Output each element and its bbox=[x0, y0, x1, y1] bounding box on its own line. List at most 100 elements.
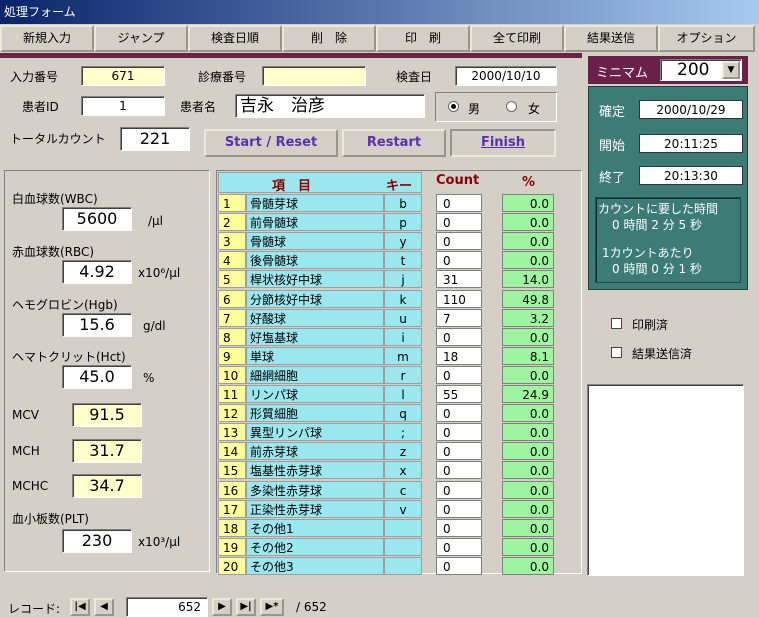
patient-id-field[interactable]: 1 bbox=[81, 96, 165, 116]
count-field[interactable]: 0 bbox=[436, 404, 482, 422]
menu-delete[interactable]: 削 除 bbox=[282, 25, 376, 52]
hgb-label: ヘモグロビン(Hgb) bbox=[12, 298, 118, 312]
count-field[interactable]: 0 bbox=[436, 251, 482, 269]
mcv-field: 91.5 bbox=[72, 403, 142, 427]
sex-female-label: 女 bbox=[528, 102, 541, 116]
confirm-label: 確定 bbox=[599, 105, 626, 120]
dropdown-arrow-icon[interactable]: ▼ bbox=[722, 61, 740, 79]
count-field[interactable]: 7 bbox=[436, 309, 482, 327]
row-number: 7 bbox=[218, 309, 246, 327]
menu-new-entry[interactable]: 新規入力 bbox=[0, 25, 94, 52]
count-field[interactable]: 0 bbox=[436, 461, 482, 479]
hotkey-cell bbox=[384, 519, 422, 537]
menu-options[interactable]: オプション bbox=[658, 25, 755, 52]
count-field[interactable]: 0 bbox=[436, 423, 482, 441]
row-number: 17 bbox=[218, 500, 246, 518]
count-field[interactable]: 0 bbox=[436, 519, 482, 537]
row-number: 19 bbox=[218, 538, 246, 556]
wbc-field[interactable]: 5600 bbox=[62, 207, 132, 231]
window-title: 処理フォーム bbox=[0, 0, 759, 24]
rbc-field[interactable]: 4.92 bbox=[62, 260, 132, 284]
count-field[interactable]: 110 bbox=[436, 290, 482, 308]
hct-unit: % bbox=[143, 371, 155, 385]
count-field[interactable]: 0 bbox=[436, 481, 482, 499]
percent-field: 0.0 bbox=[502, 538, 554, 556]
first-record-icon[interactable]: |◀ bbox=[70, 598, 90, 616]
patient-name-field[interactable]: 吉永 治彦 bbox=[235, 94, 425, 118]
menu-print[interactable]: 印 刷 bbox=[376, 25, 470, 52]
sex-radio-group: 男 女 bbox=[435, 92, 557, 122]
start-reset-button[interactable]: Start / Reset bbox=[204, 129, 338, 157]
restart-button[interactable]: Restart bbox=[342, 129, 446, 157]
cell-type-name: 好酸球 bbox=[246, 309, 384, 327]
percent-field: 0.0 bbox=[502, 481, 554, 499]
hotkey-cell: p bbox=[384, 213, 422, 231]
exam-date-field[interactable]: 2000/10/10 bbox=[455, 66, 557, 86]
plt-field[interactable]: 230 bbox=[62, 529, 132, 553]
menu-send-results[interactable]: 結果送信 bbox=[564, 25, 658, 52]
clinic-no-field[interactable] bbox=[262, 66, 366, 86]
hotkey-cell: z bbox=[384, 442, 422, 460]
patient-name-label: 患者名 bbox=[180, 100, 217, 114]
printed-checkbox[interactable] bbox=[611, 318, 622, 329]
timing-panel: 確定 2000/10/29 開始 20:11:25 終了 20:13:30 カウ… bbox=[588, 86, 748, 290]
cell-type-name: 形質細胞 bbox=[246, 404, 384, 422]
sent-checkbox[interactable] bbox=[611, 347, 622, 358]
count-field[interactable]: 0 bbox=[436, 442, 482, 460]
count-field[interactable]: 31 bbox=[436, 270, 482, 288]
finish-button[interactable]: Finish bbox=[450, 129, 556, 157]
count-field[interactable]: 18 bbox=[436, 347, 482, 365]
row-number: 16 bbox=[218, 481, 246, 499]
percent-field: 0.0 bbox=[502, 328, 554, 346]
hotkey-cell: r bbox=[384, 366, 422, 384]
hotkey-cell: y bbox=[384, 232, 422, 250]
hotkey-cell: v bbox=[384, 500, 422, 518]
percent-field: 0.0 bbox=[502, 251, 554, 269]
cell-type-name: 好塩基球 bbox=[246, 328, 384, 346]
hct-field[interactable]: 45.0 bbox=[62, 365, 132, 389]
count-field[interactable]: 0 bbox=[436, 500, 482, 518]
sex-male-radio[interactable] bbox=[448, 101, 459, 112]
mch-field: 31.7 bbox=[72, 439, 142, 463]
count-field[interactable]: 0 bbox=[436, 213, 482, 231]
record-label: レコード: bbox=[8, 602, 61, 616]
sent-label: 結果送信済 bbox=[632, 347, 693, 361]
last-record-icon[interactable]: ▶| bbox=[236, 598, 256, 616]
count-field[interactable]: 0 bbox=[436, 328, 482, 346]
elapsed-value: 0 時間 2 分 5 秒 bbox=[612, 218, 702, 232]
prev-record-icon[interactable]: ◀ bbox=[94, 598, 114, 616]
row-number: 13 bbox=[218, 423, 246, 441]
count-field[interactable]: 0 bbox=[436, 194, 482, 212]
count-field[interactable]: 0 bbox=[436, 232, 482, 250]
clinic-no-label: 診療番号 bbox=[198, 70, 247, 84]
elapsed-box: カウントに要した時間 0 時間 2 分 5 秒 1カウントあたり 0 時間 0 … bbox=[595, 197, 741, 283]
menu-exam-date-order[interactable]: 検査日順 bbox=[188, 25, 282, 52]
start-label: 開始 bbox=[599, 139, 626, 154]
count-field[interactable]: 0 bbox=[436, 538, 482, 556]
input-no-field[interactable]: 671 bbox=[81, 66, 165, 86]
row-number: 3 bbox=[218, 232, 246, 250]
new-record-icon[interactable]: ▶* bbox=[260, 598, 284, 616]
mchc-label: MCHC bbox=[12, 479, 49, 493]
record-number-field[interactable]: 652 bbox=[126, 597, 208, 617]
hotkey-cell: k bbox=[384, 290, 422, 308]
sex-female-radio[interactable] bbox=[506, 101, 517, 112]
notes-textarea[interactable] bbox=[587, 384, 744, 576]
cell-type-name: 正染性赤芽球 bbox=[246, 500, 384, 518]
cell-type-name: 骨髄芽球 bbox=[246, 194, 384, 212]
hotkey-cell: t bbox=[384, 251, 422, 269]
next-record-icon[interactable]: ▶ bbox=[212, 598, 232, 616]
count-field[interactable]: 55 bbox=[436, 385, 482, 403]
hgb-field[interactable]: 15.6 bbox=[62, 313, 132, 337]
row-number: 9 bbox=[218, 347, 246, 365]
count-field[interactable]: 0 bbox=[436, 557, 482, 575]
hct-label: ヘマトクリット(Hct) bbox=[12, 350, 126, 364]
count-field[interactable]: 0 bbox=[436, 366, 482, 384]
cell-type-name: その他2 bbox=[246, 538, 384, 556]
menu-print-all[interactable]: 全て印刷 bbox=[470, 25, 564, 52]
percent-field: 14.0 bbox=[502, 270, 554, 288]
percent-field: 0.0 bbox=[502, 442, 554, 460]
hotkey-cell: c bbox=[384, 481, 422, 499]
percent-field: 0.0 bbox=[502, 557, 554, 575]
menu-jump[interactable]: ジャンプ bbox=[94, 25, 188, 52]
